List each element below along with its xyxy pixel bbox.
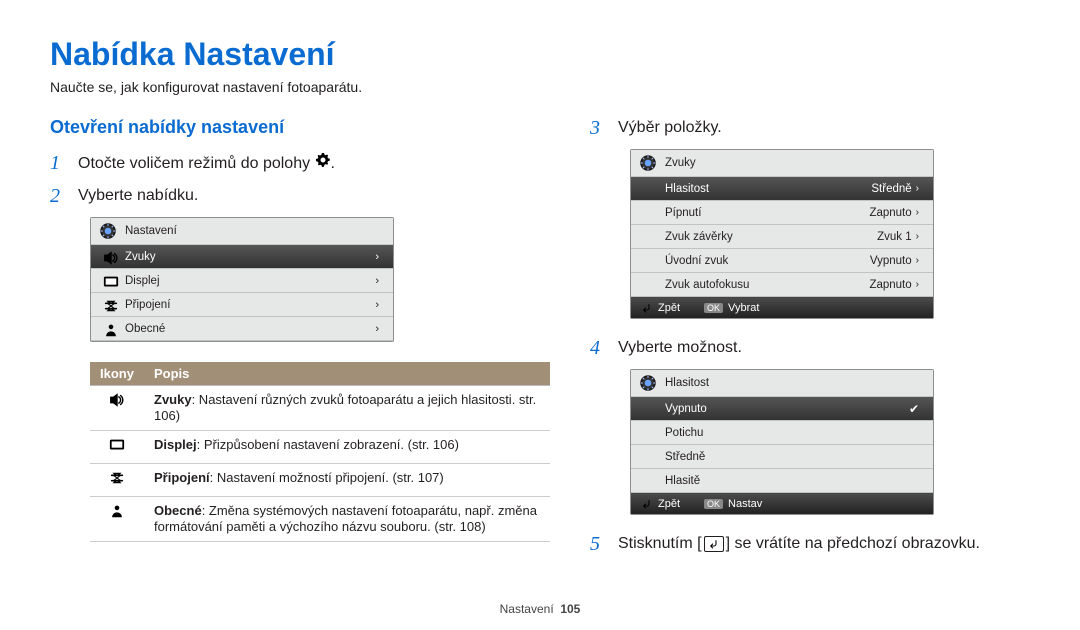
page-footer: Nastavení 105	[0, 602, 1080, 616]
panel2-title: Zvuky	[665, 157, 696, 169]
step-4: Vyberte možnost.	[618, 337, 1030, 359]
footer-ok[interactable]: OKVybrat	[704, 302, 759, 314]
menu-row-pripojeni[interactable]: Připojení ›	[91, 293, 393, 317]
step-2: Vyberte nabídku.	[78, 185, 550, 207]
panel1-title: Nastavení	[125, 225, 177, 237]
dial-icon	[639, 374, 657, 392]
settings-menu-panel: Nastavení Zvuky › Displej › Připojení › …	[90, 217, 394, 342]
general-icon	[103, 322, 117, 336]
step-number: 5	[590, 533, 606, 555]
row-zvuk-zaverky[interactable]: Zvuk závěrkyZvuk 1›	[631, 225, 933, 249]
menu-row-displej[interactable]: Displej ›	[91, 269, 393, 293]
panel3-title: Hlasitost	[665, 377, 709, 389]
row-zvuk-autofokusu[interactable]: Zvuk autofokusuZapnuto›	[631, 273, 933, 297]
page-title: Nabídka Nastavení	[50, 36, 1030, 73]
step-number: 2	[50, 185, 66, 207]
step-3: Výběr položky.	[618, 117, 1030, 139]
desc-zvuky: Zvuky: Nastavení různých zvuků fotoapará…	[144, 386, 550, 431]
sounds-panel: Zvuky HlasitostStředně› PípnutíZapnuto› …	[630, 149, 934, 319]
opt-hlasite[interactable]: Hlasitě	[631, 469, 933, 493]
footer-back[interactable]: Zpět	[641, 302, 680, 314]
step-5: Stisknutím [] se vrátíte na předchozí ob…	[618, 533, 1030, 555]
display-icon	[103, 274, 117, 288]
display-icon	[90, 431, 144, 464]
return-icon	[704, 536, 724, 552]
opt-stredne[interactable]: Středně	[631, 445, 933, 469]
icon-description-table: Ikony Popis Zvuky: Nastavení různých zvu…	[90, 362, 550, 542]
th-icons: Ikony	[90, 362, 144, 386]
step-number: 1	[50, 152, 66, 174]
step-number: 4	[590, 337, 606, 359]
volume-panel: Hlasitost Vypnuto✔ Potichu Středně Hlasi…	[630, 369, 934, 515]
row-uvodni-zvuk[interactable]: Úvodní zvukVypnuto›	[631, 249, 933, 273]
row-hlasitost[interactable]: HlasitostStředně›	[631, 177, 933, 201]
desc-pripojeni: Připojení: Nastavení možností připojení.…	[144, 464, 550, 497]
opt-vypnuto[interactable]: Vypnuto✔	[631, 397, 933, 421]
footer-back[interactable]: Zpět	[641, 498, 680, 510]
step-1: Otočte voličem režimů do polohy .	[78, 152, 550, 175]
section-heading: Otevření nabídky nastavení	[50, 117, 550, 138]
row-pipnuti[interactable]: PípnutíZapnuto›	[631, 201, 933, 225]
check-icon: ✔	[909, 402, 919, 416]
opt-potichu[interactable]: Potichu	[631, 421, 933, 445]
connection-icon	[90, 464, 144, 497]
sound-icon	[90, 386, 144, 431]
menu-row-obecne[interactable]: Obecné ›	[91, 317, 393, 341]
gear-icon	[315, 155, 331, 172]
menu-row-zvuky[interactable]: Zvuky ›	[91, 245, 393, 269]
intro-text: Naučte se, jak konfigurovat nastavení fo…	[50, 79, 1030, 95]
sound-icon	[103, 250, 117, 264]
connection-icon	[103, 298, 117, 312]
dial-icon	[99, 222, 117, 240]
desc-obecne: Obecné: Změna systémových nastavení foto…	[144, 497, 550, 542]
desc-displej: Displej: Přizpůsobení nastavení zobrazen…	[144, 431, 550, 464]
th-desc: Popis	[144, 362, 550, 386]
step-number: 3	[590, 117, 606, 139]
footer-ok[interactable]: OKNastav	[704, 498, 762, 510]
dial-icon	[639, 154, 657, 172]
general-icon	[90, 497, 144, 542]
